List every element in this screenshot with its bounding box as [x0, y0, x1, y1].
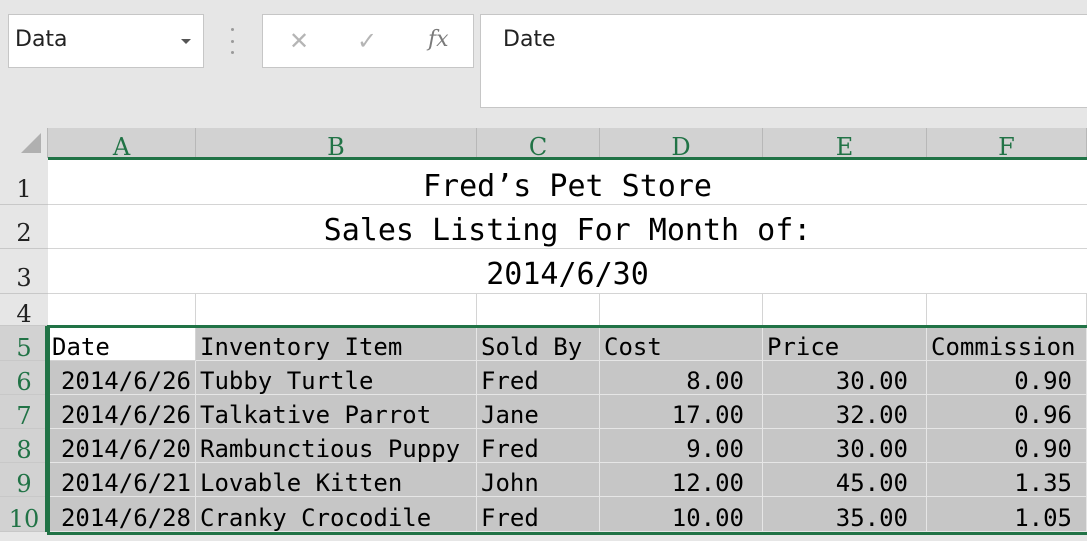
table-cell-cost[interactable]: 10.00: [600, 497, 763, 532]
formula-buttons: ✕ ✓ fx: [262, 14, 474, 68]
table-cell-item[interactable]: Talkative Parrot: [196, 395, 477, 429]
insert-function-icon[interactable]: fx: [428, 27, 449, 52]
header-cell-cost[interactable]: Cost: [600, 326, 763, 361]
table-cell-item[interactable]: Rambunctious Puppy: [196, 429, 477, 463]
header-cell-commission[interactable]: Commission: [927, 326, 1087, 361]
formula-input[interactable]: Date: [480, 14, 1087, 108]
table-cell-sold-by[interactable]: Fred: [477, 361, 600, 395]
cell-d4[interactable]: [600, 294, 763, 326]
table-cell-date[interactable]: 2014/6/26: [48, 395, 196, 429]
table-cell-sold-by[interactable]: Fred: [477, 429, 600, 463]
column-header-c[interactable]: C: [477, 128, 600, 158]
row-header-5[interactable]: 5: [0, 326, 48, 362]
table-cell-sold-by[interactable]: Jane: [477, 395, 600, 429]
cancel-icon[interactable]: ✕: [289, 27, 309, 56]
row-header-1[interactable]: 1: [0, 160, 48, 205]
table-cell-date[interactable]: 2014/6/21: [48, 463, 196, 497]
table-cell-price[interactable]: 30.00: [763, 361, 927, 395]
column-header-b[interactable]: B: [196, 128, 477, 158]
table-cell-commission[interactable]: 0.90: [927, 361, 1087, 395]
table-cell-commission[interactable]: 1.05: [927, 497, 1087, 532]
table-cell-price[interactable]: 30.00: [763, 429, 927, 463]
cell-a4[interactable]: [48, 294, 196, 326]
month-cell[interactable]: 2014/6/30: [48, 249, 1087, 294]
table-cell-date[interactable]: 2014/6/26: [48, 361, 196, 395]
more-options-icon[interactable]: [228, 28, 236, 54]
table-cell-price[interactable]: 32.00: [763, 395, 927, 429]
column-header-a[interactable]: A: [48, 128, 196, 158]
table-cell-commission[interactable]: 0.96: [927, 395, 1087, 429]
row-header-9[interactable]: 9: [0, 463, 48, 498]
table-cell-commission[interactable]: 0.90: [927, 429, 1087, 463]
table-cell-date[interactable]: 2014/6/20: [48, 429, 196, 463]
name-box[interactable]: Data: [8, 14, 204, 68]
table-cell-item[interactable]: Lovable Kitten: [196, 463, 477, 497]
table-cell-cost[interactable]: 17.00: [600, 395, 763, 429]
dropdown-arrow-icon[interactable]: [181, 39, 191, 44]
enter-icon[interactable]: ✓: [357, 27, 377, 56]
table-cell-date[interactable]: 2014/6/28: [48, 497, 196, 532]
header-cell-price[interactable]: Price: [763, 326, 927, 361]
column-header-d[interactable]: D: [600, 128, 763, 158]
name-box-value: Data: [15, 27, 68, 52]
title-cell[interactable]: Fred’s Pet Store: [48, 160, 1087, 205]
column-header-e[interactable]: E: [763, 128, 927, 158]
row-header-8[interactable]: 8: [0, 429, 48, 464]
row-header-4[interactable]: 4: [0, 294, 48, 328]
select-all-icon[interactable]: [0, 128, 48, 158]
table-cell-sold-by[interactable]: John: [477, 463, 600, 497]
subtitle-cell[interactable]: Sales Listing For Month of:: [48, 205, 1087, 249]
header-cell-sold-by[interactable]: Sold By: [477, 326, 600, 361]
table-cell-cost[interactable]: 8.00: [600, 361, 763, 395]
cell-b4[interactable]: [196, 294, 477, 326]
row-header-10[interactable]: 10: [0, 497, 48, 533]
row-header-7[interactable]: 7: [0, 395, 48, 430]
table-cell-cost[interactable]: 9.00: [600, 429, 763, 463]
table-cell-cost[interactable]: 12.00: [600, 463, 763, 497]
table-cell-commission[interactable]: 1.35: [927, 463, 1087, 497]
table-cell-sold-by[interactable]: Fred: [477, 497, 600, 532]
header-cell-date[interactable]: Date: [48, 326, 196, 361]
cell-f4[interactable]: [927, 294, 1087, 326]
table-cell-price[interactable]: 45.00: [763, 463, 927, 497]
row-header-6[interactable]: 6: [0, 361, 48, 396]
cell-c4[interactable]: [477, 294, 600, 326]
table-cell-price[interactable]: 35.00: [763, 497, 927, 532]
header-cell-inventory-item[interactable]: Inventory Item: [196, 326, 477, 361]
cell-e4[interactable]: [763, 294, 927, 326]
row-header-2[interactable]: 2: [0, 205, 48, 249]
row-header-3[interactable]: 3: [0, 249, 48, 294]
table-cell-item[interactable]: Tubby Turtle: [196, 361, 477, 395]
table-cell-item[interactable]: Cranky Crocodile: [196, 497, 477, 532]
column-header-f[interactable]: F: [927, 128, 1087, 158]
